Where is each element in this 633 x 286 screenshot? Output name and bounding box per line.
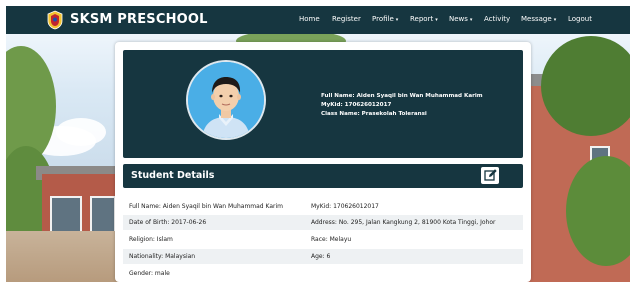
nav-register-label: Register (332, 15, 361, 23)
nav-profile-label: Profile (372, 15, 394, 23)
detail-address: Address: No. 295, Jalan Kangkung 2, 8190… (311, 219, 496, 226)
nav-news[interactable]: News ▾ (449, 15, 472, 23)
student-details-title: Student Details (131, 170, 215, 181)
nav-message[interactable]: Message ▾ (521, 15, 556, 23)
chevron-down-icon: ▾ (469, 17, 473, 23)
detail-row: Date of Birth: 2017-06-26 Address: No. 2… (123, 215, 523, 230)
nav-report-label: Report (410, 15, 434, 23)
student-photo-icon (188, 62, 264, 138)
nav-home[interactable]: Home (299, 15, 320, 23)
detail-row: Gender: male (123, 266, 523, 281)
nav-message-label: Message (521, 15, 552, 23)
background-cloud (56, 118, 106, 146)
nav-news-label: News (449, 15, 468, 23)
edit-icon (484, 169, 497, 181)
detail-row: Nationality: Malaysian Age: 6 (123, 249, 523, 264)
nav-logout[interactable]: Logout (568, 15, 592, 23)
chevron-down-icon: ▾ (553, 17, 557, 23)
nav-home-label: Home (299, 15, 320, 23)
avatar (188, 62, 264, 138)
page: SKSM PRESCHOOL Home Register Profile ▾ Re… (6, 6, 630, 282)
student-profile-card: Full Name: Aiden Syaqil bin Wan Muhammad… (115, 42, 531, 282)
chevron-down-icon: ▾ (395, 17, 399, 23)
detail-full-name: Full Name: Aiden Syaqil bin Wan Muhammad… (129, 203, 284, 210)
detail-nationality: Nationality: Malaysian (129, 253, 196, 260)
detail-row: Religion: Islam Race: Melayu (123, 232, 523, 247)
detail-age: Age: 6 (311, 253, 331, 260)
student-details-header: Student Details (123, 164, 523, 188)
profile-summary: Full Name: Aiden Syaqil bin Wan Muhammad… (321, 92, 483, 119)
nav-logout-label: Logout (568, 15, 592, 23)
nav-register[interactable]: Register (332, 15, 361, 23)
profile-banner: Full Name: Aiden Syaqil bin Wan Muhammad… (123, 50, 523, 158)
nav-activity[interactable]: Activity (484, 15, 510, 23)
detail-religion: Religion: Islam (129, 236, 173, 243)
detail-gender: Gender: male (129, 270, 170, 277)
detail-date-of-birth: Date of Birth: 2017-06-26 (129, 219, 207, 226)
detail-mykid: MyKid: 170626012017 (311, 203, 379, 210)
background-tree (541, 36, 630, 136)
profile-class-name: Class Name: Prasekolah Toleransi (321, 111, 427, 117)
profile-mykid: MyKid: 170626012017 (321, 102, 392, 108)
school-logo-icon[interactable] (46, 10, 64, 30)
profile-full-name: Full Name: Aiden Syaqil bin Wan Muhammad… (321, 93, 483, 99)
detail-race: Race: Melayu (311, 236, 352, 243)
brand-name[interactable]: SKSM PRESCHOOL (70, 12, 208, 27)
top-navbar: SKSM PRESCHOOL Home Register Profile ▾ Re… (6, 6, 630, 34)
chevron-down-icon: ▾ (435, 17, 438, 23)
nav-report[interactable]: Report ▾ (410, 15, 438, 23)
nav-profile[interactable]: Profile ▾ (372, 15, 398, 23)
detail-row: Full Name: Aiden Syaqil bin Wan Muhammad… (123, 199, 523, 214)
edit-button[interactable] (481, 167, 499, 184)
nav-activity-label: Activity (484, 15, 511, 23)
